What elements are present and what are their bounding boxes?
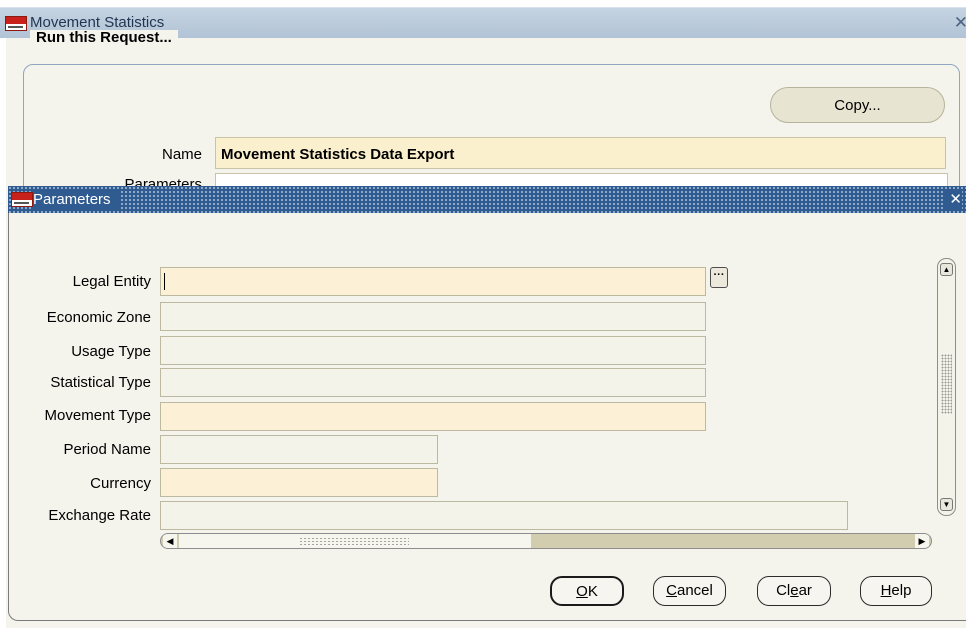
legal-entity-lov-button[interactable]: ···: [710, 267, 728, 288]
scroll-up-arrow-icon[interactable]: ▲: [940, 263, 953, 276]
currency-label: Currency: [90, 475, 151, 492]
parameters-title-bar[interactable]: Parameters ✕: [8, 186, 966, 213]
run-request-group-label: Run this Request...: [30, 30, 178, 46]
cancel-button[interactable]: Cancel: [653, 576, 726, 606]
help-button[interactable]: Help: [860, 576, 932, 606]
text-cursor: [164, 273, 165, 290]
economic-zone-field[interactable]: [160, 302, 706, 331]
exchange-rate-field[interactable]: [160, 501, 848, 530]
statistical-type-label: Statistical Type: [50, 374, 151, 391]
parameters-window-title: Parameters: [33, 190, 119, 209]
movement-type-label: Movement Type: [44, 407, 151, 424]
oracle-logo-icon: [5, 16, 27, 31]
copy-button[interactable]: Copy...: [770, 87, 945, 123]
currency-field[interactable]: [160, 468, 438, 497]
oracle-logo-icon: [11, 192, 33, 207]
scroll-left-arrow-icon[interactable]: ◀: [163, 534, 177, 548]
scroll-down-arrow-icon[interactable]: ▼: [940, 498, 953, 511]
name-label: Name: [161, 146, 202, 163]
economic-zone-label: Economic Zone: [46, 309, 151, 326]
legal-entity-label: Legal Entity: [72, 273, 151, 290]
period-name-label: Period Name: [63, 441, 151, 458]
usage-type-field[interactable]: [160, 336, 706, 365]
scroll-thumb-grip: [299, 537, 409, 545]
statistical-type-field[interactable]: [160, 368, 706, 397]
parameters-close-icon[interactable]: ✕: [945, 190, 962, 209]
period-name-field[interactable]: [160, 435, 438, 464]
exchange-rate-label: Exchange Rate: [48, 507, 151, 524]
clear-button[interactable]: Clear: [757, 576, 831, 606]
usage-type-label: Usage Type: [71, 343, 151, 360]
ok-button[interactable]: OK: [550, 576, 624, 606]
name-field[interactable]: Movement Statistics Data Export: [215, 137, 946, 169]
horizontal-scrollbar[interactable]: ◀ ▶: [160, 533, 932, 549]
vertical-scrollbar[interactable]: ▲ ▼: [937, 258, 956, 516]
scroll-right-arrow-icon[interactable]: ▶: [915, 534, 929, 548]
scrollbar-grip[interactable]: [941, 354, 952, 414]
parameters-body: Legal Entity ··· Economic Zone Usage Typ…: [8, 213, 966, 628]
parameters-window: Parameters ✕ Legal Entity ··· Economic Z…: [8, 186, 966, 628]
outer-close-icon[interactable]: ✕: [954, 13, 966, 33]
movement-type-field[interactable]: [160, 402, 706, 431]
horizontal-scroll-thumb[interactable]: [179, 534, 531, 548]
legal-entity-field[interactable]: [160, 267, 706, 296]
